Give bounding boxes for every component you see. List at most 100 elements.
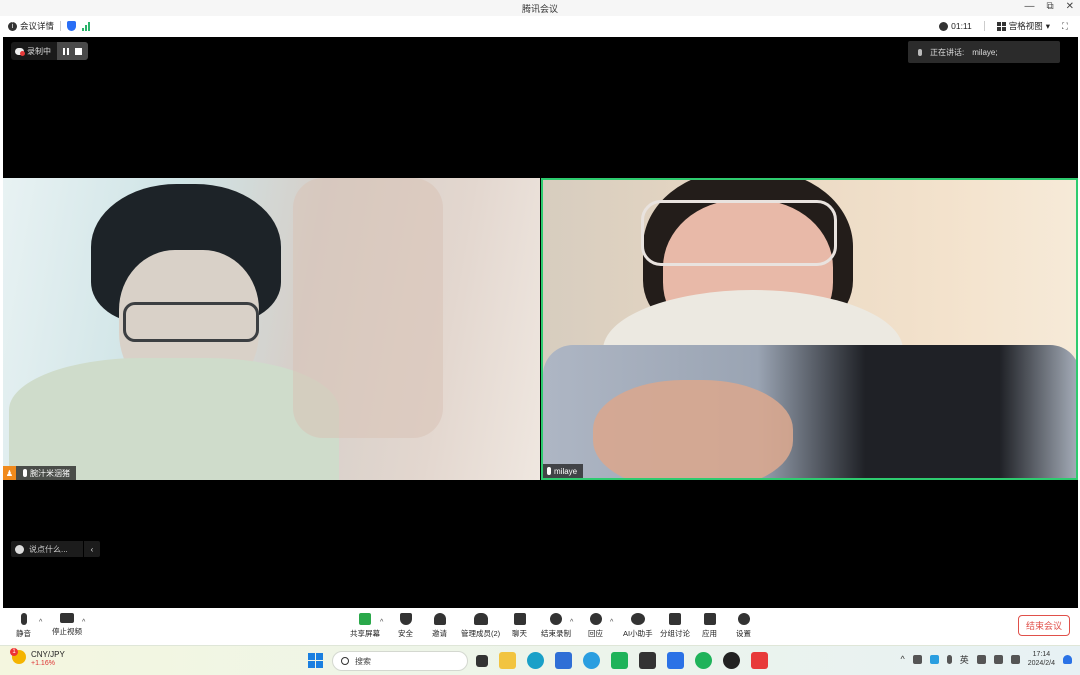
info-icon: i — [8, 21, 17, 31]
edge-browser-icon[interactable] — [527, 652, 544, 669]
browser-icon[interactable] — [583, 652, 600, 669]
info-right: 01:11 宫格视图 ▾ ⛶ — [939, 20, 1068, 32]
ai-assistant-button[interactable]: AI小助手 — [623, 613, 653, 639]
notification-bell-icon[interactable] — [1063, 654, 1072, 664]
cloud-icon[interactable] — [912, 654, 922, 664]
security-shield-icon[interactable] — [67, 21, 77, 31]
battery-icon[interactable] — [1010, 654, 1020, 664]
chat-bubble-icon — [513, 613, 526, 625]
quick-chat: 说点什么... ‹ — [11, 541, 100, 557]
microphone-icon — [918, 48, 922, 56]
breakout-rooms-button[interactable]: 分组讨论 — [660, 613, 690, 639]
stop-video-button[interactable]: 停止视频 — [52, 613, 82, 637]
ime-indicator[interactable]: 英 — [960, 653, 969, 666]
meeting-details-button[interactable]: i 会议详情 — [8, 20, 54, 32]
chat-label: 聊天 — [512, 629, 527, 638]
meeting-toolbar: 静音 ^ 停止视频 ^ 共享屏幕 ^ 安全 邀请 管理成员(2) 聊天 结束录制… — [0, 609, 1080, 645]
messages-icon[interactable] — [611, 652, 628, 669]
notification-badge: 1 — [10, 648, 18, 656]
chat-placeholder: 说点什么... — [29, 544, 68, 554]
chat-button[interactable]: 聊天 — [512, 613, 527, 639]
end-recording-button[interactable]: 结束录制 — [541, 613, 571, 639]
participant-video-tile-active-speaker[interactable]: milaye — [541, 178, 1078, 480]
audio-options-caret[interactable]: ^ — [39, 619, 42, 626]
taskbar-apps — [476, 652, 768, 669]
settings-button[interactable]: 设置 — [736, 613, 751, 639]
file-explorer-icon[interactable] — [499, 652, 516, 669]
ticker-symbol: CNY/JPY — [31, 650, 65, 659]
view-mode-button[interactable]: 宫格视图 ▾ — [996, 20, 1050, 32]
recording-status: 录制中 — [11, 46, 57, 57]
divider — [60, 21, 62, 31]
emoji-icon[interactable] — [15, 544, 24, 554]
members-icon — [473, 613, 488, 625]
end-meeting-button[interactable]: 结束会议 — [1018, 615, 1070, 636]
search-label: 搜索 — [355, 656, 371, 666]
clock-date: 2024/2/4 — [1027, 660, 1055, 667]
invite-button[interactable]: 邀请 — [432, 613, 447, 639]
participant-name: milaye — [554, 466, 578, 476]
wps-icon[interactable] — [751, 652, 768, 669]
ai-assistant-icon — [630, 613, 645, 625]
volume-icon[interactable] — [993, 654, 1003, 664]
camera-app-icon[interactable] — [639, 652, 656, 669]
participant-video-tile[interactable]: ♟ 腕汁米洇猪 — [3, 178, 540, 480]
participant-name-bar: milaye — [543, 464, 584, 478]
fullscreen-icon[interactable]: ⛶ — [1062, 21, 1068, 32]
reactions-button[interactable]: 回应 — [588, 613, 603, 639]
weather-widget-icon: 1 — [10, 648, 26, 664]
minimize-button[interactable]: — — [1024, 1, 1034, 12]
stop-recording-button[interactable] — [75, 47, 82, 55]
collapse-chat-button[interactable]: ‹ — [84, 541, 100, 557]
participant-glasses — [123, 302, 259, 342]
qq-icon[interactable] — [723, 652, 740, 669]
tencent-meeting-icon[interactable] — [667, 652, 684, 669]
timer-value: 01:11 — [951, 21, 972, 31]
recording-options-caret[interactable]: ^ — [570, 619, 573, 626]
apps-button[interactable]: 应用 — [702, 613, 717, 639]
mute-button[interactable]: 静音 — [16, 613, 31, 639]
reactions-label: 回应 — [588, 629, 603, 638]
clock[interactable]: 17:14 2024/2/4 — [1028, 650, 1055, 668]
meeting-timer: 01:11 — [939, 21, 972, 31]
manage-members-button[interactable]: 管理成员(2) — [461, 613, 500, 639]
share-label: 共享屏幕 — [350, 629, 380, 638]
wifi-icon[interactable] — [976, 654, 986, 664]
clock-time: 17:14 — [1032, 651, 1051, 658]
reactions-options-caret[interactable]: ^ — [610, 619, 613, 626]
recording-label: 录制中 — [27, 46, 51, 56]
tray-caret[interactable]: ^ — [901, 654, 905, 664]
add-user-icon — [433, 613, 446, 625]
stop-video-label: 停止视频 — [52, 627, 82, 636]
reaction-icon — [589, 613, 602, 625]
microphone-icon[interactable] — [946, 654, 952, 664]
blurred-arm — [293, 178, 443, 438]
network-signal-icon[interactable] — [82, 21, 91, 31]
restore-button[interactable]: ⧉ — [1046, 1, 1053, 12]
mute-label: 静音 — [16, 629, 31, 638]
breakout-icon — [669, 613, 681, 625]
tray-app-icon[interactable] — [929, 654, 939, 664]
task-view-icon[interactable] — [476, 655, 488, 667]
currency-widget[interactable]: 1 CNY/JPY +1.16% — [10, 648, 65, 667]
share-options-caret[interactable]: ^ — [380, 619, 383, 626]
pause-recording-button[interactable] — [63, 47, 69, 55]
participant-hand — [593, 380, 793, 478]
recording-controls — [57, 42, 88, 60]
share-screen-button[interactable]: 共享屏幕 — [350, 613, 380, 639]
close-button[interactable]: ✕ — [1066, 1, 1074, 12]
start-button[interactable] — [308, 653, 323, 668]
breakout-label: 分组讨论 — [660, 629, 690, 638]
ticker-change: +1.16% — [31, 660, 55, 667]
record-icon — [550, 613, 562, 625]
participant-name-bar: ♟ 腕汁米洇猪 — [3, 466, 76, 480]
gear-icon — [737, 613, 750, 625]
video-options-caret[interactable]: ^ — [82, 619, 85, 626]
taskbar-search[interactable]: 搜索 — [332, 651, 468, 671]
store-icon[interactable] — [555, 652, 572, 669]
wechat-icon[interactable] — [695, 652, 712, 669]
chat-input[interactable]: 说点什么... — [11, 541, 83, 557]
ticker-text: CNY/JPY +1.16% — [31, 650, 65, 667]
microphone-icon — [20, 613, 27, 625]
security-button[interactable]: 安全 — [398, 613, 413, 639]
